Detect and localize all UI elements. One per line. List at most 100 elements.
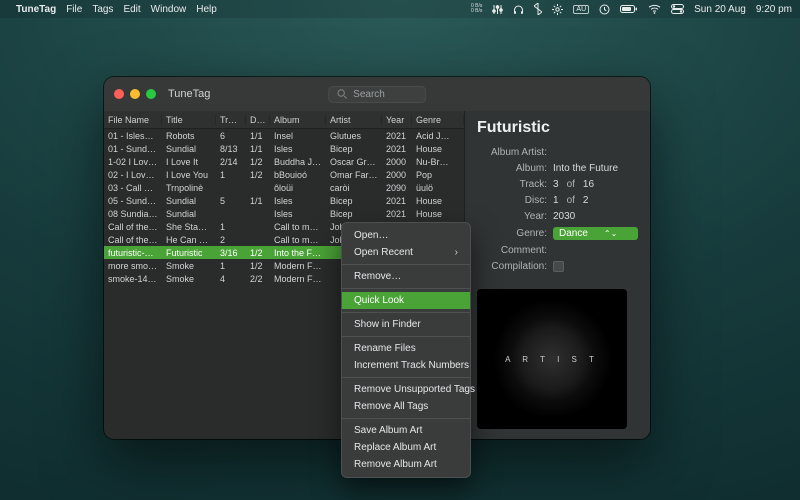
- cell-genre: üulö: [412, 183, 464, 193]
- cell-album: Modern Fi…: [270, 261, 326, 271]
- cell-title: I Love You: [162, 170, 216, 180]
- table-row[interactable]: 01 - Isles…Robots61/1InselGlutues2021Aci…: [104, 129, 464, 142]
- cell-file: futuristic-…: [104, 248, 162, 258]
- cell-album: Isles: [270, 209, 326, 219]
- menu-item[interactable]: Open…: [342, 227, 470, 244]
- table-row[interactable]: 03 - Call …Trnpolinèôloüicaròi2090üulö: [104, 181, 464, 194]
- menu-item[interactable]: Remove Album Art: [342, 456, 470, 473]
- album-artwork[interactable]: [477, 289, 627, 429]
- window-minimize-button[interactable]: [130, 89, 140, 99]
- menu-window[interactable]: Window: [151, 4, 187, 15]
- menu-help[interactable]: Help: [196, 4, 217, 15]
- menu-item[interactable]: Open Recent: [342, 244, 470, 261]
- cell-disc: 1/2: [246, 261, 270, 271]
- menu-item[interactable]: Rename Files: [342, 340, 470, 357]
- cell-disc: 1/1: [246, 131, 270, 141]
- compilation-checkbox[interactable]: [553, 261, 564, 272]
- cell-artist: Bicep: [326, 209, 382, 219]
- equalizer-icon[interactable]: [492, 4, 503, 15]
- chevron-up-down-icon: ⌃⌄: [604, 229, 617, 238]
- table-row[interactable]: 01 - Sundi…Sundial8/131/1IslesBicep2021H…: [104, 142, 464, 155]
- cell-title: He Can W…: [162, 235, 216, 245]
- cell-disc: 1/2: [246, 170, 270, 180]
- menu-item[interactable]: Remove…: [342, 268, 470, 285]
- menu-item[interactable]: Quick Look: [342, 292, 470, 309]
- table-row[interactable]: 05 - Sundi…Sundial51/1IslesBicep2021Hous…: [104, 194, 464, 207]
- settings-gear-icon[interactable]: [552, 4, 563, 15]
- menu-item[interactable]: Show in Finder: [342, 316, 470, 333]
- network-io-indicator[interactable]: 0 B/s0 B/s: [471, 4, 482, 14]
- search-icon: [337, 89, 347, 99]
- cell-file: Call of the…: [104, 222, 162, 232]
- menu-file[interactable]: File: [66, 4, 82, 15]
- inspector-panel: Futuristic Album Artist: Album: Into the…: [465, 111, 650, 439]
- window-close-button[interactable]: [114, 89, 124, 99]
- cell-album: Call to ma…: [270, 235, 326, 245]
- clock-icon[interactable]: [599, 4, 610, 15]
- cell-album: ôloüi: [270, 183, 326, 193]
- menu-item[interactable]: Increment Track Numbers: [342, 357, 470, 374]
- control-center-icon[interactable]: [671, 4, 684, 14]
- app-menu[interactable]: TuneTag: [16, 4, 56, 15]
- cell-disc: 1/1: [246, 196, 270, 206]
- cell-track: 3/16: [216, 248, 246, 258]
- cell-track: 2: [216, 235, 246, 245]
- col-album[interactable]: Album: [270, 115, 326, 125]
- battery-icon[interactable]: [620, 4, 638, 14]
- value-disc-no[interactable]: 1: [553, 195, 559, 206]
- value-track-total[interactable]: 16: [583, 179, 594, 190]
- cell-track: 1: [216, 222, 246, 232]
- menu-item[interactable]: Replace Album Art: [342, 439, 470, 456]
- cell-genre: House: [412, 196, 464, 206]
- cell-year: 2000: [382, 157, 412, 167]
- table-header-row: File Name Title Track Disc Album Artist …: [104, 111, 464, 129]
- cell-file: 02 - I Lov…: [104, 170, 162, 180]
- table-row[interactable]: 1-02 I Lov…I Love It2/141/2Buddha J…Osca…: [104, 155, 464, 168]
- toolbar-search-field[interactable]: Search: [328, 86, 426, 103]
- menu-edit[interactable]: Edit: [123, 4, 140, 15]
- table-row[interactable]: 08 Sundia…SundialIslesBicep2021House: [104, 207, 464, 220]
- system-menubar: TuneTag File Tags Edit Window Help 0 B/s…: [0, 0, 800, 18]
- menu-tags[interactable]: Tags: [92, 4, 113, 15]
- menu-item[interactable]: Remove All Tags: [342, 398, 470, 415]
- cell-genre: Pop: [412, 170, 464, 180]
- cell-artist: Glutues: [326, 131, 382, 141]
- cell-title: Sundial: [162, 209, 216, 219]
- value-album[interactable]: Into the Future: [553, 163, 638, 174]
- cell-track: 1: [216, 261, 246, 271]
- menubar-date[interactable]: Sun 20 Aug: [694, 4, 746, 15]
- col-title[interactable]: Title: [162, 115, 216, 125]
- value-year[interactable]: 2030: [553, 211, 638, 222]
- cell-track: 6: [216, 131, 246, 141]
- table-row[interactable]: 02 - I Lov…I Love You11/2bBouioóOmar Far…: [104, 168, 464, 181]
- window-zoom-button[interactable]: [146, 89, 156, 99]
- menubar-time[interactable]: 9:20 pm: [756, 4, 792, 15]
- col-artist[interactable]: Artist: [326, 115, 382, 125]
- value-disc-total[interactable]: 2: [583, 195, 589, 206]
- col-file[interactable]: File Name: [104, 115, 162, 125]
- cell-file: 01 - Isles…: [104, 131, 162, 141]
- window-titlebar[interactable]: TuneTag Search: [104, 77, 650, 111]
- cell-title: Smoke: [162, 261, 216, 271]
- menu-item[interactable]: Save Album Art: [342, 422, 470, 439]
- window-title: TuneTag: [168, 88, 210, 100]
- input-source-indicator[interactable]: AU: [573, 5, 589, 14]
- value-track-no[interactable]: 3: [553, 179, 559, 190]
- bluetooth-icon[interactable]: [534, 3, 542, 15]
- label-genre: Genre:: [477, 228, 547, 239]
- col-disc[interactable]: Disc: [246, 115, 270, 125]
- cell-year: 2000: [382, 170, 412, 180]
- wifi-icon[interactable]: [648, 4, 661, 14]
- genre-popup-button[interactable]: Dance ⌃⌄: [553, 227, 638, 240]
- cell-disc: 1/1: [246, 144, 270, 154]
- context-menu: Open…Open Recent Remove… Quick Look Show in…: [341, 222, 471, 478]
- menu-item[interactable]: Remove Unsupported Tags: [342, 381, 470, 398]
- col-genre[interactable]: Genre: [412, 115, 464, 125]
- search-placeholder: Search: [353, 89, 385, 100]
- value-genre: Dance: [559, 228, 588, 239]
- col-track[interactable]: Track: [216, 115, 246, 125]
- cell-artist: Bicep: [326, 144, 382, 154]
- col-year[interactable]: Year: [382, 115, 412, 125]
- headphones-icon[interactable]: [513, 4, 524, 15]
- cell-disc: 1/2: [246, 248, 270, 258]
